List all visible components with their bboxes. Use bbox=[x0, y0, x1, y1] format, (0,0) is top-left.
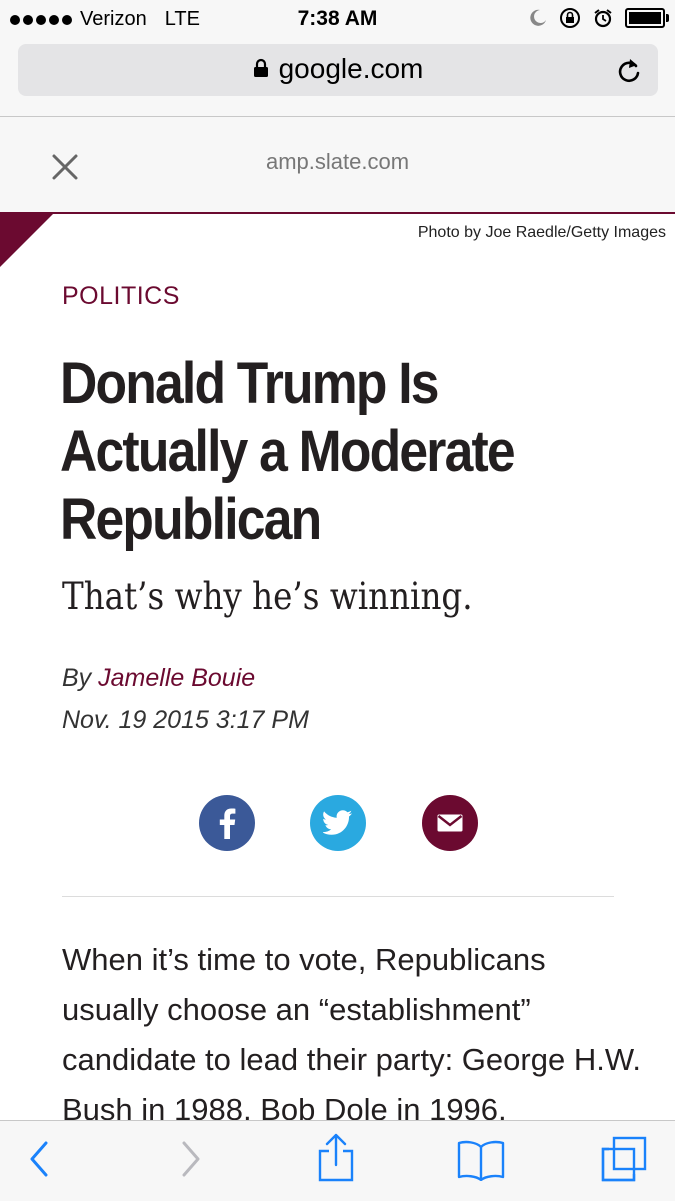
amp-header: amp.slate.com bbox=[0, 117, 675, 212]
bookmarks-icon[interactable] bbox=[456, 1139, 506, 1181]
email-icon bbox=[437, 814, 463, 832]
lock-icon bbox=[253, 58, 268, 77]
tabs-icon[interactable] bbox=[600, 1135, 648, 1183]
byline-prefix: By bbox=[62, 664, 92, 692]
battery-icon bbox=[625, 8, 669, 28]
headline-line: Donald Trump Is bbox=[60, 351, 439, 416]
browser-toolbar bbox=[0, 1120, 675, 1201]
section-label[interactable]: POLITICS bbox=[62, 282, 180, 311]
url-text: google.com bbox=[278, 53, 424, 84]
publish-date: Nov. 19 2015 3:17 PM bbox=[62, 706, 309, 734]
address-text-wrap: google.com bbox=[18, 53, 658, 85]
divider bbox=[62, 896, 614, 897]
facebook-icon bbox=[219, 808, 236, 839]
author-link[interactable]: Jamelle Bouie bbox=[98, 664, 255, 692]
rotation-lock-icon bbox=[560, 8, 580, 28]
article-subheadline: That’s why he’s winning. bbox=[62, 575, 473, 618]
headline-line: Republican bbox=[60, 487, 322, 552]
facebook-share-button[interactable] bbox=[199, 795, 255, 851]
forward-icon[interactable] bbox=[180, 1139, 202, 1179]
accent-corner bbox=[0, 212, 55, 267]
email-share-button[interactable] bbox=[422, 795, 478, 851]
status-right bbox=[529, 7, 669, 29]
photo-credit: Photo by Joe Raedle/Getty Images bbox=[417, 224, 666, 241]
address-bar[interactable]: google.com bbox=[18, 44, 658, 96]
twitter-share-button[interactable] bbox=[310, 795, 366, 851]
accent-rule bbox=[0, 212, 675, 214]
back-icon[interactable] bbox=[28, 1139, 50, 1179]
reload-icon[interactable] bbox=[616, 56, 642, 84]
browser-address-area: google.com bbox=[0, 38, 675, 117]
share-icon[interactable] bbox=[316, 1133, 356, 1183]
status-bar: Verizon LTE 7:38 AM bbox=[0, 0, 675, 38]
amp-host: amp.slate.com bbox=[265, 149, 410, 174]
alarm-icon bbox=[594, 9, 612, 28]
article-body: When it’s time to vote, Republicans usua… bbox=[62, 942, 641, 1127]
byline: By Jamelle Bouie bbox=[62, 664, 255, 693]
twitter-icon bbox=[323, 810, 352, 835]
article-headline: Donald Trump Is Actually a Moderate Repu… bbox=[60, 350, 585, 554]
do-not-disturb-icon bbox=[530, 9, 546, 26]
headline-line: Actually a Moderate bbox=[60, 419, 516, 484]
